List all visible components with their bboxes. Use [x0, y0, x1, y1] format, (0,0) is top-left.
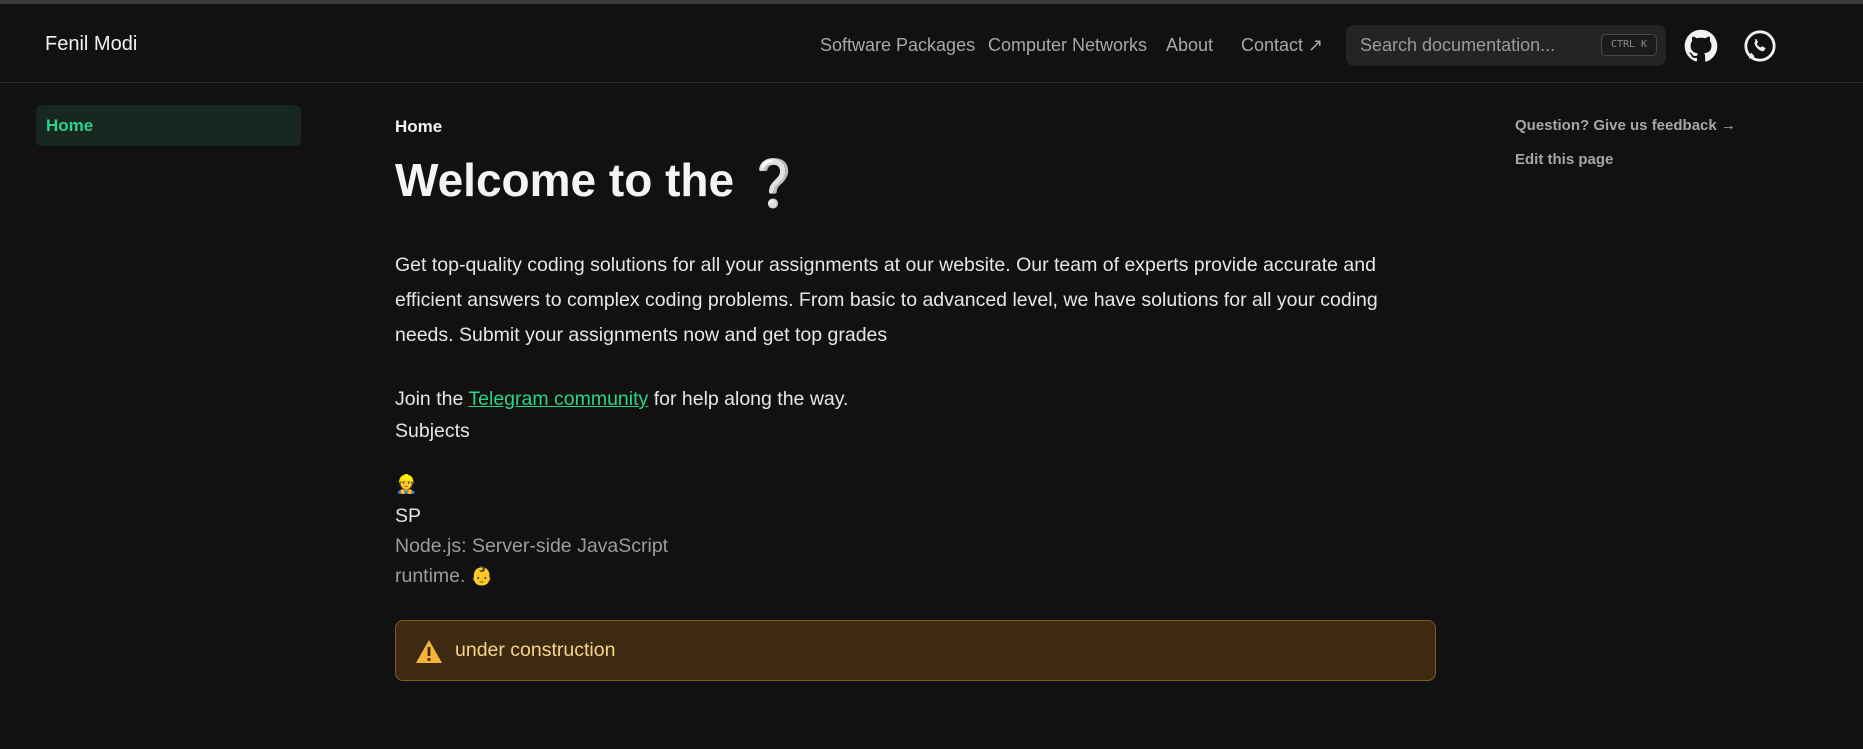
search-shortcut-hint: CTRL K [1601, 34, 1657, 56]
nav-link-contact[interactable]: Contact ↗ [1241, 35, 1323, 56]
telegram-line: Join the Telegram community for help alo… [395, 388, 848, 411]
worker-emoji-icon: 👷 [395, 474, 418, 495]
callout-message: under construction [455, 639, 616, 661]
question-mark-icon: ❔ [745, 156, 803, 210]
subject-description-text: runtime. [395, 565, 466, 587]
subjects-heading: Subjects [395, 420, 470, 442]
feedback-link[interactable]: Question? Give us feedback → [1515, 117, 1736, 134]
subject-description-line-1: Node.js: Server-side JavaScript [395, 535, 669, 557]
join-prefix: Join the [395, 388, 464, 410]
nav-link-about[interactable]: About [1166, 35, 1213, 56]
telegram-community-link[interactable]: Telegram community [468, 388, 648, 410]
nav-link-software-packages[interactable]: Software Packages [820, 35, 975, 56]
nav-link-computer-networks[interactable]: Computer Networks [988, 35, 1147, 56]
sidebar-item-home[interactable]: Home [36, 105, 301, 146]
page-title: Welcome to the [395, 154, 735, 206]
top-navbar: Fenil Modi Software Packages Computer Ne… [0, 4, 1863, 83]
warning-icon [416, 640, 442, 663]
subject-code: SP [395, 505, 422, 527]
breadcrumb: Home [395, 117, 443, 136]
baby-emoji-icon: 👶 [470, 566, 494, 587]
site-brand[interactable]: Fenil Modi [45, 33, 137, 56]
warning-callout: under construction [395, 620, 1436, 681]
edit-page-link[interactable]: Edit this page [1515, 151, 1613, 168]
github-icon[interactable] [1684, 29, 1718, 63]
search-input[interactable] [1360, 33, 1580, 57]
intro-paragraph: Get top-quality coding solutions for all… [395, 254, 1378, 346]
subject-description-line-2: runtime. 👶 [395, 565, 493, 588]
search-box[interactable]: CTRL K [1346, 25, 1666, 66]
join-suffix: for help along the way. [653, 388, 849, 410]
whatsapp-icon[interactable] [1743, 29, 1777, 63]
